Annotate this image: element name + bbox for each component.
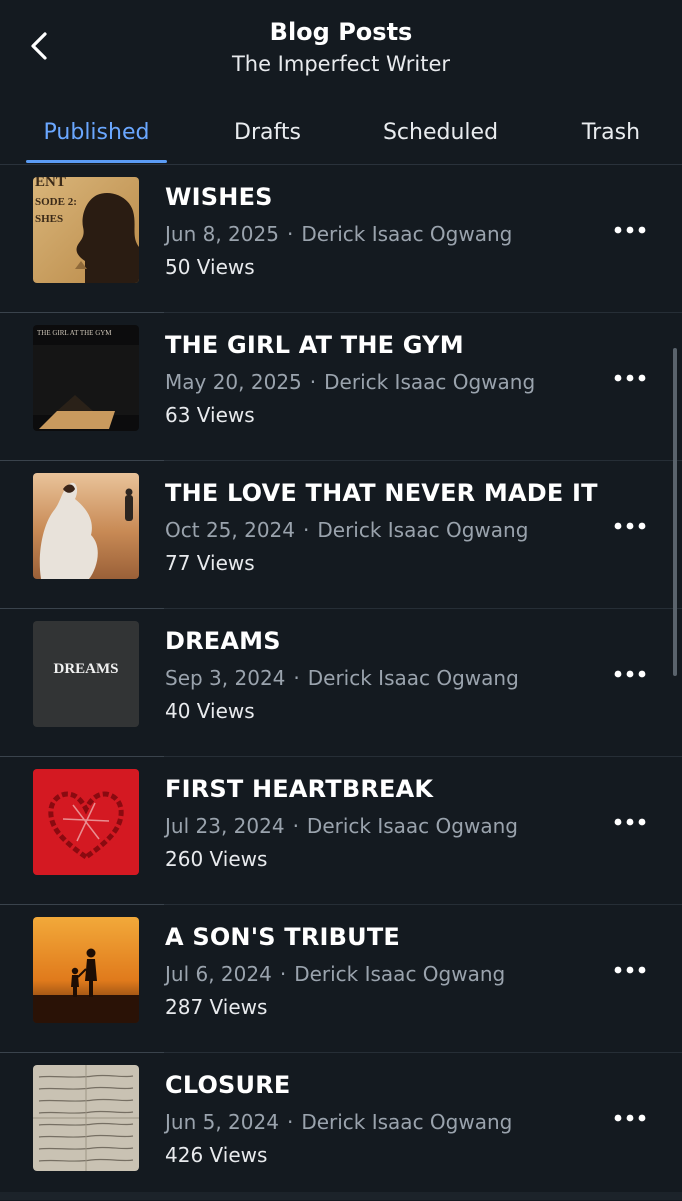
separator-dot: · (279, 962, 287, 986)
more-horizontal-icon (614, 966, 646, 974)
blog-name: The Imperfect Writer (231, 52, 451, 76)
post-meta: Jul 6, 2024 · Derick Isaac Ogwang (165, 962, 505, 986)
separator-dot: · (286, 222, 294, 246)
tab-bar: Published Drafts Scheduled Trash (0, 100, 682, 165)
post-views: 426 Views (165, 1143, 268, 1167)
post-author: Derick Isaac Ogwang (301, 1110, 513, 1134)
more-options-button[interactable] (608, 1103, 652, 1133)
thumb-text: DREAMS (53, 661, 118, 677)
more-options-button[interactable] (608, 511, 652, 541)
post-row[interactable]: ENT SODE 2: SHES WISHES Jun 8, 2025 · Deri… (0, 165, 682, 313)
thumb-text: THE GIRL AT THE GYM (37, 329, 112, 337)
post-row[interactable]: THE LOVE THAT NEVER MADE IT Oct 25, 2024… (0, 461, 682, 609)
more-options-button[interactable] (608, 955, 652, 985)
post-title[interactable]: DREAMS (165, 627, 281, 655)
post-author: Derick Isaac Ogwang (317, 518, 529, 542)
thumb-text: SHES (35, 213, 63, 225)
more-horizontal-icon (614, 226, 646, 234)
thumb-text: SODE 2: (35, 196, 77, 208)
post-thumbnail (33, 917, 139, 1023)
thumb-text: ENT (35, 177, 66, 190)
post-meta: Oct 25, 2024 · Derick Isaac Ogwang (165, 518, 528, 542)
post-title[interactable]: THE GIRL AT THE GYM (165, 331, 464, 359)
page-title: Blog Posts (269, 18, 413, 46)
more-options-button[interactable] (608, 215, 652, 245)
post-row[interactable]: THE GIRL AT THE GYM THE GIRL AT THE GYM … (0, 313, 682, 461)
post-title[interactable]: FIRST HEARTBREAK (165, 775, 433, 803)
post-date: Jun 5, 2024 (165, 1110, 279, 1134)
more-horizontal-icon (614, 522, 646, 530)
post-title[interactable]: THE LOVE THAT NEVER MADE IT (165, 479, 598, 507)
post-views: 287 Views (165, 995, 268, 1019)
post-title[interactable]: A SON'S TRIBUTE (165, 923, 400, 951)
post-date: Jun 8, 2025 (165, 222, 279, 246)
post-author: Derick Isaac Ogwang (306, 814, 518, 838)
post-author: Derick Isaac Ogwang (294, 962, 506, 986)
separator-dot: · (292, 814, 299, 838)
more-options-button[interactable] (608, 659, 652, 689)
post-meta: Jun 8, 2025 · Derick Isaac Ogwang (165, 222, 512, 246)
post-date: Jul 23, 2024 (165, 814, 285, 838)
more-options-button[interactable] (608, 807, 652, 837)
post-thumbnail: THE GIRL AT THE GYM (33, 325, 139, 431)
post-author: Derick Isaac Ogwang (307, 666, 519, 690)
post-views: 63 Views (165, 403, 255, 427)
post-author: Derick Isaac Ogwang (301, 222, 513, 246)
post-views: 50 Views (165, 255, 255, 279)
more-horizontal-icon (614, 374, 646, 382)
separator-dot: · (293, 666, 300, 690)
more-horizontal-icon (614, 670, 646, 678)
post-thumbnail (33, 473, 139, 579)
tab-published[interactable]: Published (26, 110, 167, 160)
post-date: May 20, 2025 (165, 370, 302, 394)
list-bottom-edge (0, 1192, 682, 1200)
scrollbar[interactable] (673, 348, 677, 676)
more-horizontal-icon (614, 818, 646, 826)
post-views: 260 Views (165, 847, 268, 871)
post-meta: May 20, 2025 · Derick Isaac Ogwang (165, 370, 535, 394)
post-date: Oct 25, 2024 (165, 518, 295, 542)
tab-trash[interactable]: Trash (565, 110, 657, 160)
post-row[interactable]: A SON'S TRIBUTE Jul 6, 2024 · Derick Isaac… (0, 905, 682, 1053)
post-meta: Jun 5, 2024 · Derick Isaac Ogwang (165, 1110, 512, 1134)
post-author: Derick Isaac Ogwang (324, 370, 536, 394)
more-horizontal-icon (614, 1114, 646, 1122)
post-row[interactable]: CLOSURE Jun 5, 2024 · Derick Isaac Ogwang … (0, 1053, 682, 1201)
tab-scheduled[interactable]: Scheduled (370, 110, 511, 160)
post-title[interactable]: CLOSURE (165, 1071, 291, 1099)
post-thumbnail (33, 1065, 139, 1171)
post-date: Sep 3, 2024 (165, 666, 286, 690)
separator-dot: · (309, 370, 317, 394)
post-thumbnail: DREAMS (33, 621, 139, 727)
separator-dot: · (303, 518, 310, 542)
post-views: 40 Views (165, 699, 255, 723)
post-row[interactable]: DREAMS DREAMS Sep 3, 2024 · Derick Isaac O… (0, 609, 682, 757)
post-meta: Jul 23, 2024 · Derick Isaac Ogwang (165, 814, 518, 838)
post-thumbnail (33, 769, 139, 875)
header: Blog Posts The Imperfect Writer (0, 0, 682, 90)
separator-dot: · (286, 1110, 294, 1134)
post-date: Jul 6, 2024 (165, 962, 272, 986)
more-options-button[interactable] (608, 363, 652, 393)
post-views: 77 Views (165, 551, 255, 575)
tab-drafts[interactable]: Drafts (210, 110, 325, 160)
post-meta: Sep 3, 2024 · Derick Isaac Ogwang (165, 666, 519, 690)
post-row[interactable]: FIRST HEARTBREAK Jul 23, 2024 · Derick Isa… (0, 757, 682, 905)
active-tab-indicator (26, 160, 167, 163)
post-thumbnail: ENT SODE 2: SHES (33, 177, 139, 283)
post-title[interactable]: WISHES (165, 183, 273, 211)
